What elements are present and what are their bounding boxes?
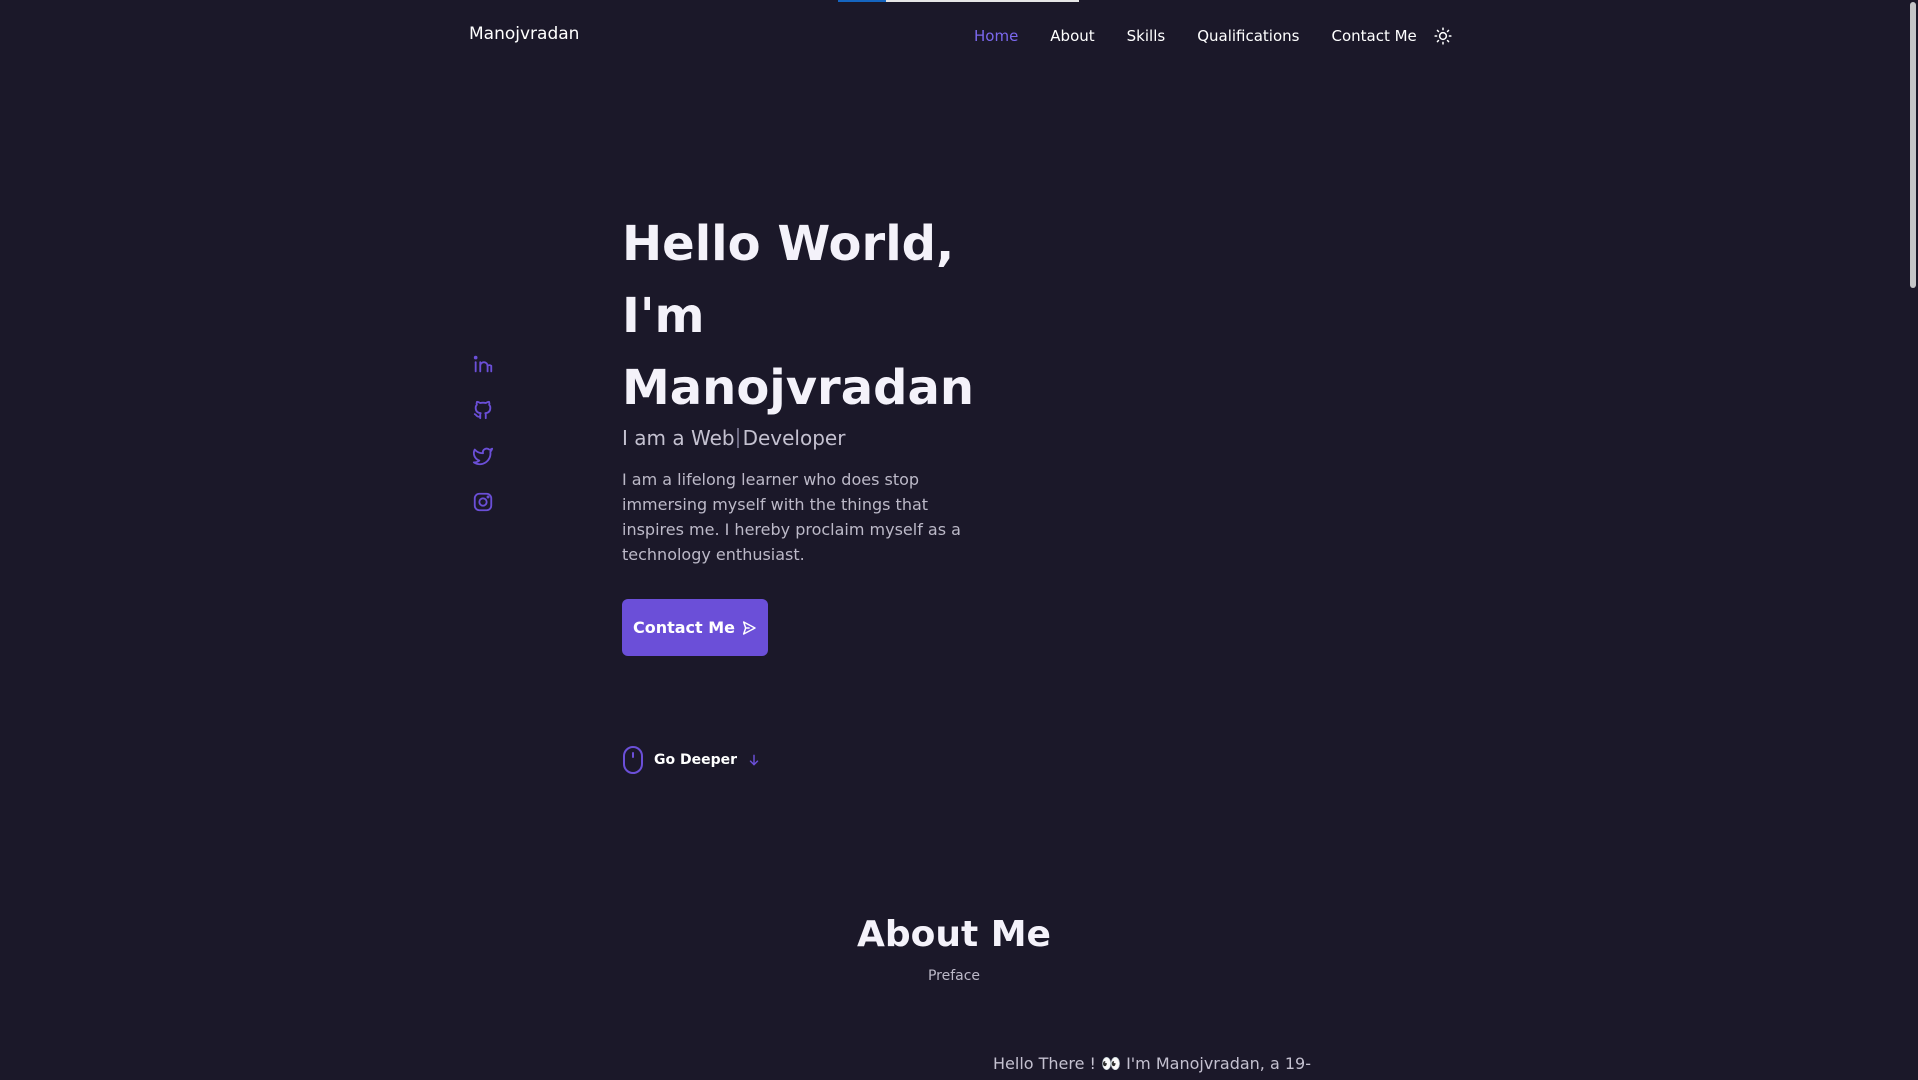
page-scrollbar[interactable] — [1908, 0, 1918, 1080]
nav-qualifications[interactable]: Qualifications — [1197, 27, 1299, 45]
nav-skills[interactable]: Skills — [1127, 27, 1166, 45]
go-deeper-link[interactable]: Go Deeper — [622, 745, 761, 775]
page: Manojvradan Home About Skills Qualificat… — [0, 0, 1918, 1080]
about-title: About Me — [857, 914, 1051, 955]
sun-icon[interactable] — [1433, 26, 1453, 46]
arrow-down-icon — [749, 754, 759, 766]
contact-me-label: Contact Me — [632, 618, 736, 637]
social-links — [472, 353, 494, 537]
scrollbar-thumb[interactable] — [1910, 2, 1916, 288]
contact-me-button[interactable]: Contact Me — [622, 599, 768, 656]
hero-description: I am a lifelong learner who does stop im… — [622, 470, 961, 564]
hero-title: Hello World, I'm Manojvradan — [622, 208, 974, 424]
twitter-icon[interactable] — [472, 445, 494, 467]
hero-subtitle-prefix: I am a Web — [622, 426, 735, 450]
page-loader-fill — [838, 0, 887, 2]
nav-contact-me[interactable]: Contact Me — [1331, 27, 1416, 45]
hero-subtitle: I am a Web Developer — [622, 426, 845, 450]
main-nav: Home About Skills Qualifications Contact… — [974, 26, 1453, 46]
nav-about[interactable]: About — [1050, 27, 1094, 45]
nav-home[interactable]: Home — [974, 27, 1018, 45]
send-icon — [742, 620, 756, 635]
mouse-icon — [623, 746, 643, 774]
github-icon[interactable] — [472, 399, 494, 421]
hero-title-line: I'm — [622, 288, 705, 344]
hero-subtitle-suffix: Developer — [742, 426, 846, 450]
instagram-icon[interactable] — [472, 491, 494, 513]
linkedin-icon[interactable] — [472, 353, 494, 375]
hero-title-line: Hello World, — [622, 216, 955, 272]
about-subtitle: Preface — [927, 968, 981, 984]
page-loader — [838, 0, 1079, 2]
brand-logo[interactable]: Manojvradan — [469, 24, 579, 44]
hero-title-name: Manojvradan — [622, 360, 975, 416]
about-intro-text: Hello There ! 👀 I'm Manojvradan, a 19- — [993, 1054, 1311, 1073]
typing-cursor — [736, 428, 739, 448]
go-deeper-label: Go Deeper — [654, 752, 738, 768]
